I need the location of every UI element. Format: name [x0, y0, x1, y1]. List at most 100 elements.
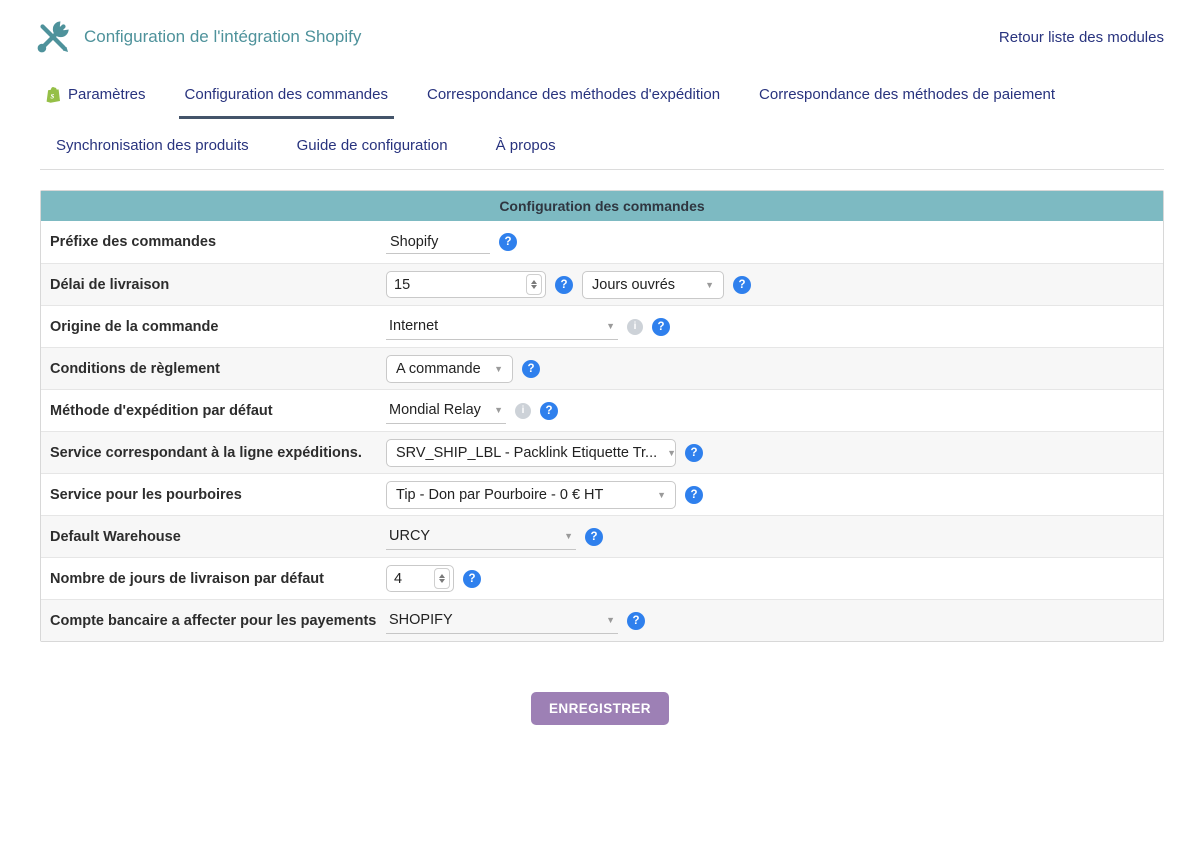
number-stepper[interactable]: [526, 274, 542, 295]
field-controls: ? Jours ouvrés ▼ ?: [386, 271, 1163, 299]
chevron-down-icon: ▼: [564, 531, 573, 541]
tab-a-propos[interactable]: À propos: [490, 133, 562, 167]
help-icon[interactable]: ?: [463, 570, 481, 588]
shipping-line-service-select[interactable]: SRV_SHIP_LBL - Packlink Etiquette Tr... …: [386, 439, 676, 467]
row-prefixe-des-commandes: Préfixe des commandes ?: [41, 221, 1163, 263]
chevron-down-icon: ▼: [657, 490, 666, 500]
page-title: Configuration de l'intégration Shopify: [84, 27, 361, 47]
stepper-down-icon[interactable]: [531, 285, 537, 289]
selected-option: Mondial Relay: [389, 402, 481, 418]
default-shipping-method-select[interactable]: Mondial Relay ▼: [386, 397, 506, 424]
selected-option: Jours ouvrés: [592, 277, 675, 293]
row-conditions-de-reglement: Conditions de règlement A commande ▼ ?: [41, 347, 1163, 389]
delay-unit-select[interactable]: Jours ouvrés ▼: [582, 271, 724, 299]
field-label: Méthode d'expédition par défaut: [41, 403, 386, 419]
tab-synchronisation-des-produits[interactable]: Synchronisation des produits: [50, 133, 255, 167]
selected-option: URCY: [389, 528, 430, 544]
chevron-down-icon: ▼: [494, 405, 503, 415]
help-icon[interactable]: ?: [522, 360, 540, 378]
field-controls: SHOPIFY ▼ ?: [386, 607, 1163, 634]
tab-configuration-des-commandes[interactable]: Configuration des commandes: [179, 82, 394, 119]
field-controls: SRV_SHIP_LBL - Packlink Etiquette Tr... …: [386, 439, 1163, 467]
payment-terms-select[interactable]: A commande ▼: [386, 355, 513, 383]
default-delivery-days-number-input[interactable]: [386, 565, 454, 592]
tab-correspondance-methodes-expedition[interactable]: Correspondance des méthodes d'expédition: [421, 82, 726, 116]
orders-configuration-panel: Configuration des commandes Préfixe des …: [40, 190, 1164, 642]
default-warehouse-select[interactable]: URCY ▼: [386, 523, 576, 550]
chevron-down-icon: ▼: [705, 280, 714, 290]
default-delivery-days-value[interactable]: [387, 571, 434, 587]
help-icon[interactable]: ?: [540, 402, 558, 420]
tab-guide-de-configuration[interactable]: Guide de configuration: [291, 133, 454, 167]
tips-service-select[interactable]: Tip - Don par Pourboire - 0 € HT ▼: [386, 481, 676, 509]
field-label: Nombre de jours de livraison par défaut: [41, 571, 386, 587]
field-label: Service pour les pourboires: [41, 487, 386, 503]
selected-option: SRV_SHIP_LBL - Packlink Etiquette Tr...: [396, 445, 657, 461]
svg-text:s: s: [50, 92, 55, 102]
info-icon[interactable]: i: [627, 319, 643, 335]
row-nombre-jours-livraison: Nombre de jours de livraison par défaut …: [41, 557, 1163, 599]
help-icon[interactable]: ?: [685, 444, 703, 462]
selected-option: SHOPIFY: [389, 612, 453, 628]
selected-option: Internet: [389, 318, 438, 334]
tab-label: Correspondance des méthodes d'expédition: [427, 86, 720, 103]
order-origin-select[interactable]: Internet ▼: [386, 313, 618, 340]
tab-correspondance-methodes-paiement[interactable]: Correspondance des méthodes de paiement: [753, 82, 1061, 116]
chevron-down-icon: ▼: [667, 448, 676, 458]
bank-account-select[interactable]: SHOPIFY ▼: [386, 607, 618, 634]
field-controls: Tip - Don par Pourboire - 0 € HT ▼ ?: [386, 481, 1163, 509]
delivery-delay-value[interactable]: [387, 277, 526, 293]
help-icon[interactable]: ?: [555, 276, 573, 294]
tabs-divider: [40, 169, 1164, 170]
field-label: Compte bancaire a affecter pour les paye…: [41, 613, 386, 629]
tab-label: Configuration des commandes: [185, 86, 388, 103]
help-icon[interactable]: ?: [733, 276, 751, 294]
field-label: Service correspondant à la ligne expédit…: [41, 445, 386, 461]
tab-label: À propos: [496, 137, 556, 154]
shopify-integration-config-page: Configuration de l'intégration Shopify R…: [0, 0, 1200, 857]
panel-title: Configuration des commandes: [41, 191, 1163, 221]
row-delai-de-livraison: Délai de livraison ? Jours ouvrés ▼ ?: [41, 263, 1163, 305]
delivery-delay-number-input[interactable]: [386, 271, 546, 298]
order-prefix-input[interactable]: [386, 231, 490, 254]
chevron-down-icon: ▼: [606, 615, 615, 625]
help-icon[interactable]: ?: [627, 612, 645, 630]
field-label: Conditions de règlement: [41, 361, 386, 377]
field-label: Délai de livraison: [41, 277, 386, 293]
actions-area: ENREGISTRER: [0, 692, 1200, 725]
help-icon[interactable]: ?: [652, 318, 670, 336]
row-methode-expedition-par-defaut: Méthode d'expédition par défaut Mondial …: [41, 389, 1163, 431]
back-to-modules-link[interactable]: Retour liste des modules: [999, 29, 1164, 46]
info-icon[interactable]: i: [515, 403, 531, 419]
field-controls: URCY ▼ ?: [386, 523, 1163, 550]
row-service-pourboires: Service pour les pourboires Tip - Don pa…: [41, 473, 1163, 515]
stepper-up-icon[interactable]: [439, 574, 445, 578]
field-label: Préfixe des commandes: [41, 234, 386, 250]
stepper-up-icon[interactable]: [531, 280, 537, 284]
tab-label: Paramètres: [68, 86, 146, 103]
field-controls: ?: [386, 565, 1163, 592]
selected-option: A commande: [396, 361, 481, 377]
save-button[interactable]: ENREGISTRER: [531, 692, 669, 725]
row-default-warehouse: Default Warehouse URCY ▼ ?: [41, 515, 1163, 557]
row-service-ligne-expeditions: Service correspondant à la ligne expédit…: [41, 431, 1163, 473]
tools-icon: [34, 18, 72, 56]
tab-label: Correspondance des méthodes de paiement: [759, 86, 1055, 103]
chevron-down-icon: ▼: [606, 321, 615, 331]
help-icon[interactable]: ?: [685, 486, 703, 504]
field-label: Default Warehouse: [41, 529, 386, 545]
field-controls: Internet ▼ i ?: [386, 313, 1163, 340]
field-label: Origine de la commande: [41, 319, 386, 335]
help-icon[interactable]: ?: [499, 233, 517, 251]
tab-navigation: s Paramètres Configuration des commandes…: [0, 70, 1200, 167]
page-header: Configuration de l'intégration Shopify R…: [0, 0, 1200, 70]
stepper-down-icon[interactable]: [439, 579, 445, 583]
selected-option: Tip - Don par Pourboire - 0 € HT: [396, 487, 603, 503]
field-controls: ?: [386, 231, 1163, 254]
row-compte-bancaire: Compte bancaire a affecter pour les paye…: [41, 599, 1163, 641]
number-stepper[interactable]: [434, 568, 450, 589]
tab-row-2: Synchronisation des produits Guide de co…: [40, 133, 1200, 167]
shopify-bag-icon: s: [46, 86, 61, 103]
tab-parametres[interactable]: s Paramètres: [40, 82, 152, 116]
help-icon[interactable]: ?: [585, 528, 603, 546]
